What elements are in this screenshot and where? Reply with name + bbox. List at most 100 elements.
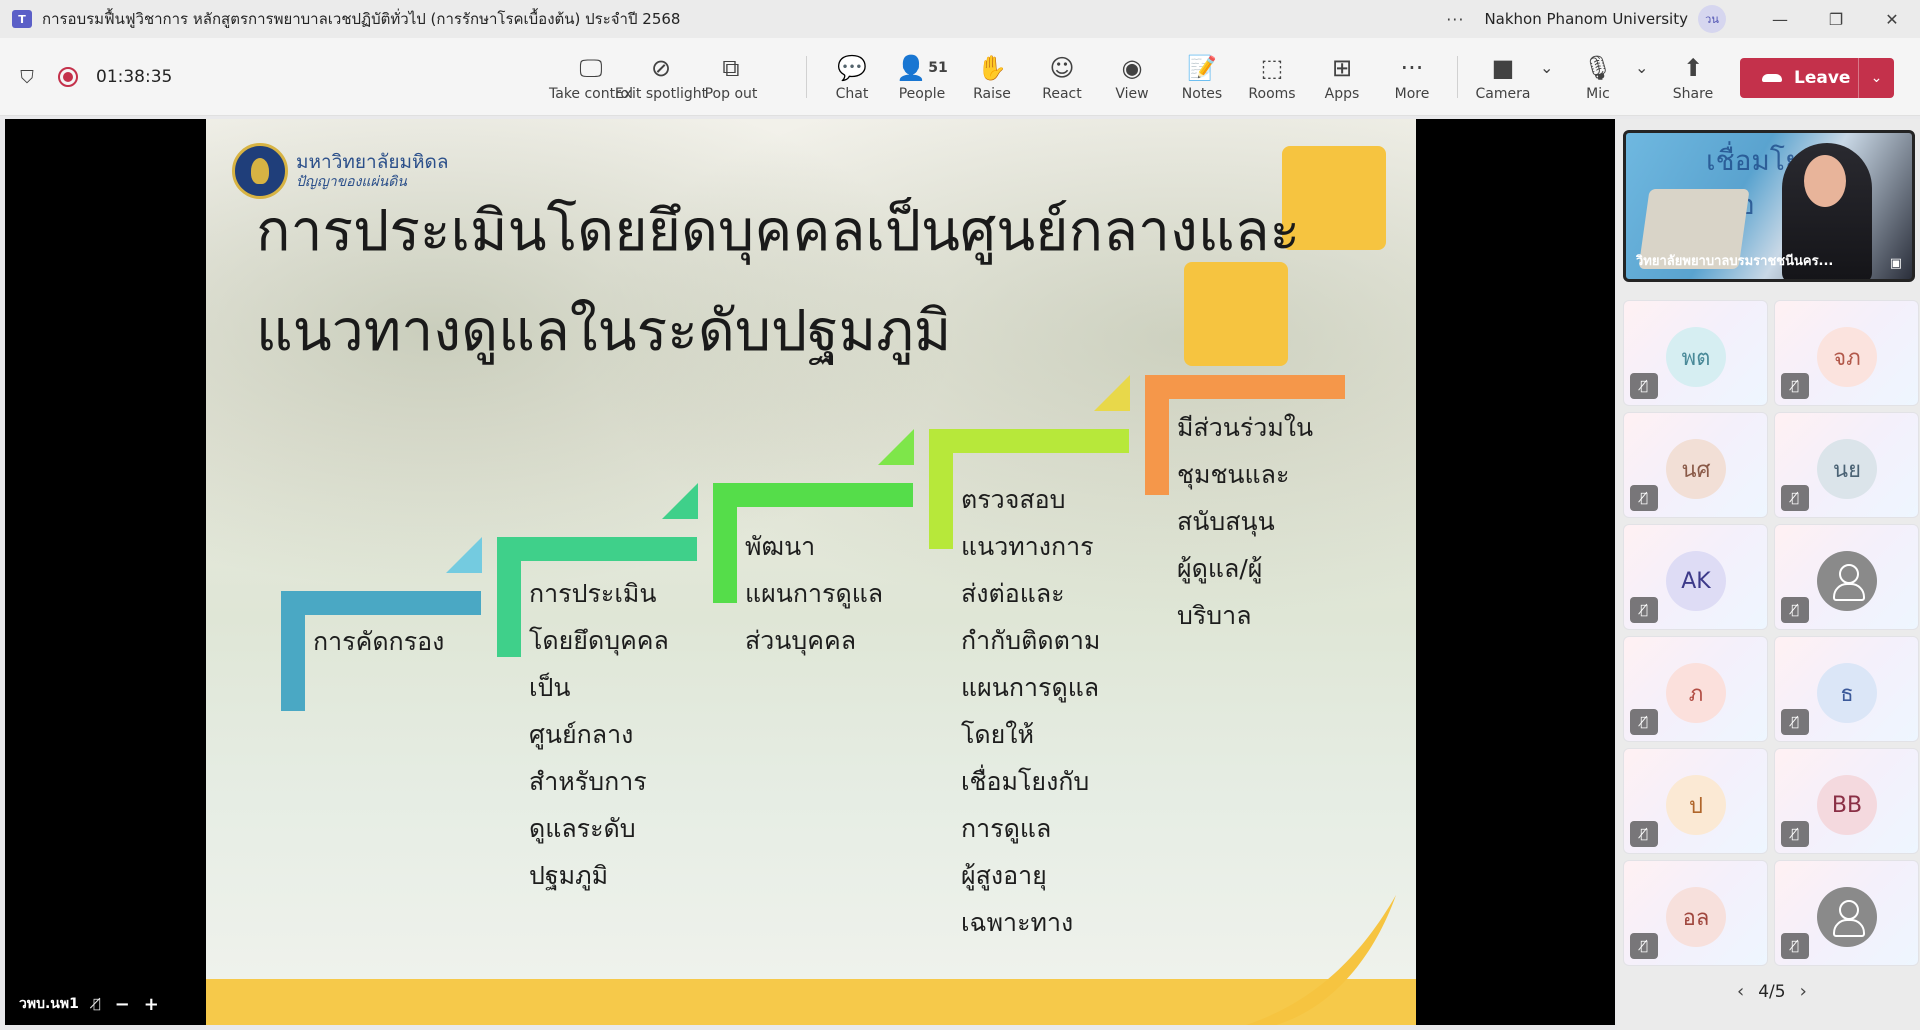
participant-avatar: ธ <box>1817 663 1877 723</box>
gallery-pager: ‹ 4/5 › <box>1723 981 1821 1002</box>
next-page-icon[interactable]: › <box>1800 981 1807 1002</box>
participant-tile[interactable]: พต 🎙̸ <box>1623 300 1768 406</box>
zoom-out-icon[interactable]: − <box>115 994 130 1015</box>
notes-label: Notes <box>1181 86 1223 102</box>
camera-button[interactable]: ■ Camera <box>1468 38 1538 116</box>
participant-avatar: อล <box>1666 887 1726 947</box>
apps-label: Apps <box>1324 86 1360 102</box>
mic-button[interactable]: 🎙 Mic <box>1563 38 1633 116</box>
pop-out-button[interactable]: ⧉ Pop out <box>696 38 766 116</box>
camera-label: Camera <box>1475 86 1531 102</box>
hang-up-icon <box>1762 74 1782 82</box>
share-label: Share <box>1672 86 1714 102</box>
muted-mic-icon: 🎙̸ <box>1781 933 1809 959</box>
raise-hand-button[interactable]: ✋ Raise <box>957 38 1027 116</box>
exit-spotlight-label: Exit spotlight <box>614 86 708 102</box>
notes-button[interactable]: 📝 Notes <box>1167 38 1237 116</box>
step-3-text: พัฒนา แผนการดูแล ส่วนบุคคล <box>745 532 884 655</box>
participant-tile[interactable]: AK 🎙̸ <box>1623 524 1768 630</box>
previous-page-icon[interactable]: ‹ <box>1737 981 1744 1002</box>
rooms-label: Rooms <box>1248 86 1296 102</box>
step-5-bar <box>1145 375 1345 399</box>
slide-title: การประเมินโดยยึดบุคคลเป็นศูนย์กลางและ แน… <box>256 181 1356 381</box>
mic-label: Mic <box>1586 86 1610 102</box>
presenter-name: วพบ.นพ1 <box>19 996 79 1012</box>
chat-button[interactable]: 💬 Chat <box>817 38 887 116</box>
participant-tile[interactable]: นศ 🎙̸ <box>1623 412 1768 518</box>
mic-options-chevron-icon[interactable]: ⌄ <box>1635 58 1648 77</box>
muted-mic-icon: 🎙̸ <box>92 996 101 1012</box>
step-4-text: ตรวจสอบ แนวทางการ ส่งต่อและ กำกับติดตาม … <box>961 485 1101 937</box>
shield-icon[interactable]: ⛉ <box>16 66 38 88</box>
share-button[interactable]: ⬆ Share <box>1658 38 1728 116</box>
participant-avatar: นย <box>1817 439 1877 499</box>
muted-mic-icon: 🎙̸ <box>1630 597 1658 623</box>
muted-mic-icon: 🎙̸ <box>1781 821 1809 847</box>
muted-mic-icon: 🎙̸ <box>1781 485 1809 511</box>
react-button[interactable]: ☺ React <box>1027 38 1097 116</box>
notes-icon: 📝 <box>1187 54 1217 82</box>
camera-icon: ■ <box>1491 54 1515 82</box>
step-3-arrow <box>878 429 914 465</box>
more-button[interactable]: ··· More <box>1377 38 1447 116</box>
camera-options-chevron-icon[interactable]: ⌄ <box>1540 58 1553 77</box>
react-label: React <box>1042 86 1082 102</box>
device-controls: ■ Camera <box>1468 38 1538 116</box>
close-window-button[interactable]: ✕ <box>1864 0 1920 38</box>
step-1-bar <box>281 591 481 615</box>
page-indicator: 4/5 <box>1758 981 1786 1002</box>
participant-tile[interactable]: BB 🎙̸ <box>1774 748 1919 854</box>
participant-initials: BB <box>1831 792 1863 818</box>
step-2-arrow <box>662 483 698 519</box>
participant-tile[interactable]: ธ 🎙̸ <box>1774 636 1919 742</box>
take-control-button[interactable]: 🖵 Take control <box>549 38 633 116</box>
leave-options-chevron-icon[interactable]: ⌄ <box>1859 70 1894 86</box>
participant-avatar: ภ <box>1666 663 1726 723</box>
mic-icon: 🎙 <box>1582 54 1614 82</box>
participant-avatar: จภ <box>1817 327 1877 387</box>
account-avatar[interactable]: วน <box>1698 5 1726 33</box>
view-button[interactable]: ◉ View <box>1097 38 1167 116</box>
muted-mic-icon: 🎙̸ <box>1630 933 1658 959</box>
default-avatar-icon <box>1817 887 1877 947</box>
leave-main-action[interactable]: Leave <box>1740 58 1858 98</box>
more-options-icon[interactable]: ··· <box>1446 10 1464 29</box>
toolbar-divider <box>806 56 807 98</box>
participants-panel: เชื่อมโย กรอ จัย วิทยาลัยพยาบาลบรมราชชนี… <box>1617 119 1920 1030</box>
participant-tile[interactable]: อล 🎙̸ <box>1623 860 1768 966</box>
shared-content-stage: มหาวิทยาลัยมหิดล ปัญญาของแผ่นดิน การประเ… <box>5 119 1615 1025</box>
step-4-bar <box>929 429 1129 453</box>
apps-button[interactable]: ⊞ Apps <box>1307 38 1377 116</box>
participant-initials: จภ <box>1833 345 1861 371</box>
take-control-icon: 🖵 <box>579 54 603 82</box>
participant-tile[interactable]: ภ 🎙̸ <box>1623 636 1768 742</box>
rooms-button[interactable]: ⬚ Rooms <box>1237 38 1307 116</box>
participant-avatar: BB <box>1817 775 1877 835</box>
step-1-arrow <box>446 537 482 573</box>
participant-tile[interactable]: 🎙̸ <box>1774 524 1919 630</box>
participant-tile[interactable]: ป 🎙̸ <box>1623 748 1768 854</box>
window-title: การอบรมฟื้นฟูวิชาการ หลักสูตรการพยาบาลเว… <box>42 10 681 28</box>
participant-tile[interactable]: 🎙̸ <box>1774 860 1919 966</box>
participant-tile[interactable]: นย 🎙̸ <box>1774 412 1919 518</box>
participant-initials: AK <box>1681 568 1711 594</box>
pop-out-icon: ⧉ <box>722 54 740 82</box>
slide-title-line-2: แนวทางดูแลในระดับปฐมภูมิ <box>256 298 952 364</box>
participant-tile[interactable]: จภ 🎙̸ <box>1774 300 1919 406</box>
spotlight-video-tile[interactable]: เชื่อมโย กรอ จัย วิทยาลัยพยาบาลบรมราชชนี… <box>1623 130 1915 282</box>
organization-name: Nakhon Phanom University <box>1484 10 1688 28</box>
exit-spotlight-button[interactable]: ⊘ Exit spotlight <box>615 38 707 116</box>
step-2-post <box>497 537 521 657</box>
people-count: 51 <box>928 60 948 76</box>
rooms-icon: ⬚ <box>1260 54 1284 82</box>
minimize-button[interactable]: — <box>1752 0 1808 38</box>
participant-initials: นศ <box>1681 457 1711 483</box>
step-4-post <box>929 429 953 549</box>
spotlight-speaker-face <box>1804 155 1846 207</box>
leave-button[interactable]: Leave ⌄ <box>1740 58 1894 98</box>
restore-button[interactable]: ❐ <box>1808 0 1864 38</box>
slide-footer-bar <box>206 979 1416 1025</box>
people-button[interactable]: 👤 51 People <box>887 38 957 116</box>
view-label: View <box>1115 86 1149 102</box>
zoom-in-icon[interactable]: + <box>144 994 159 1015</box>
